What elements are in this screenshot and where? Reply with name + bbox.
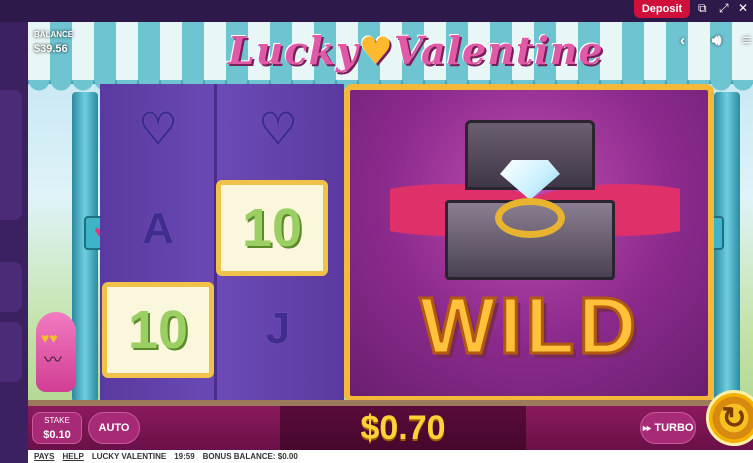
title-right: Valentine	[393, 28, 604, 73]
turbo-button[interactable]: ⏩︎ TURBO	[640, 412, 696, 444]
pays-link[interactable]: PAYS	[34, 452, 54, 461]
game-frame: Deposit ⧉ ⤢ ✕ BALANCE $39.56 Lucky♥Valen…	[0, 0, 753, 463]
symbol-ten-highlight: 10	[216, 180, 328, 276]
wild-label: WILD	[418, 280, 641, 372]
side-panel	[0, 22, 28, 463]
footer-game-name: LUCKY VALENTINE	[91, 452, 167, 461]
spin-button[interactable]: ↻	[706, 390, 753, 446]
symbol-heart: ♡	[258, 105, 298, 154]
reels: ♡ A ♡ J 10 10	[100, 84, 344, 402]
stake-button[interactable]: STAKE $0.10	[32, 412, 82, 444]
close-icon[interactable]: ✕	[738, 1, 748, 15]
stake-label: STAKE	[44, 416, 70, 425]
fullscreen-icon[interactable]: ⤢	[719, 1, 729, 16]
symbol-heart: ♡	[138, 105, 178, 154]
heart-glasses-icon: ♥♥	[41, 330, 58, 346]
balance-display: BALANCE $39.56	[34, 30, 73, 57]
symbol-a: A	[142, 204, 174, 253]
turbo-label: TURBO	[654, 422, 694, 434]
window-icon[interactable]: ⧉	[698, 1, 707, 16]
side-tab-avatar[interactable]	[0, 322, 22, 382]
auto-button[interactable]: AUTO	[88, 412, 140, 444]
win-amount: $0.70	[280, 406, 526, 450]
footer-bar: PAYS HELP LUCKY VALENTINE 19:59 BONUS BA…	[28, 450, 753, 463]
menu-icon[interactable]: ≡	[742, 32, 751, 49]
diamond-icon	[500, 160, 560, 200]
casino-header: Deposit ⧉ ⤢ ✕	[0, 0, 753, 22]
balance-value: $39.56	[34, 43, 68, 55]
game-area: BALANCE $39.56 Lucky♥Valentine ‹ 🔊︎ ≡ ♥ …	[28, 22, 753, 463]
side-tab-promo[interactable]	[0, 90, 22, 220]
title-left: Lucky	[228, 28, 359, 73]
ring-band	[495, 198, 565, 238]
help-link[interactable]: HELP	[62, 452, 83, 461]
side-tab-count[interactable]	[0, 262, 22, 312]
ring-box-icon	[445, 120, 615, 280]
mustache-icon: 〰	[44, 350, 62, 370]
heart-icon: ♥	[358, 28, 394, 73]
wild-symbol: WILD	[344, 84, 714, 402]
sound-icon[interactable]: 🔊︎	[712, 32, 721, 49]
deposit-button[interactable]: Deposit	[634, 0, 690, 18]
footer-time: 19:59	[174, 452, 195, 461]
balance-label: BALANCE	[34, 30, 74, 39]
spin-icon: ↻	[721, 401, 747, 435]
back-icon[interactable]: ‹	[680, 32, 685, 49]
mascot-character: ♥♥ 〰	[36, 312, 76, 392]
symbol-j: J	[265, 304, 291, 353]
game-title: Lucky♥Valentine	[228, 28, 603, 73]
control-bar: STAKE $0.10 AUTO $0.70 ⏩︎ TURBO ↻	[28, 390, 753, 450]
footer-bonus-balance: BONUS BALANCE: $0.00	[202, 452, 298, 461]
stake-value: $0.10	[43, 429, 71, 441]
fast-forward-icon: ⏩︎	[642, 421, 655, 434]
symbol-ten-highlight: 10	[102, 282, 214, 378]
